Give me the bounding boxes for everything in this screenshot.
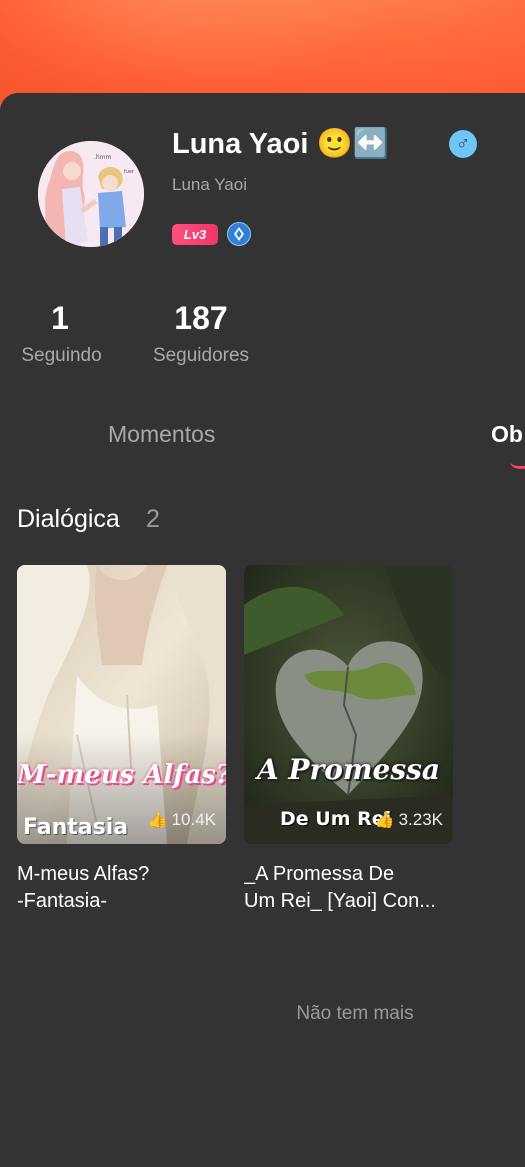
- work-views-count: 10.4K: [171, 810, 216, 829]
- work-title-line: -Fantasia-: [17, 890, 108, 912]
- work-title-line: _A Promessa De: [244, 863, 395, 885]
- work-title-line: Um Rei_ [Yaoi] Con...: [244, 890, 436, 912]
- work-views: 👍 3.23K: [375, 810, 443, 830]
- achievement-icon: [227, 222, 251, 246]
- work-card-1[interactable]: M-meus Alfas? Fantasia 👍 10.4K: [17, 565, 226, 844]
- level-badge: Lv3: [172, 224, 218, 245]
- work-cover-title: M-meus Alfas?: [17, 760, 226, 790]
- avatar[interactable]: .hmm fuer: [38, 141, 144, 247]
- work-cover-image: [244, 565, 453, 844]
- section-count: 2: [146, 505, 160, 533]
- section-title: Dialógica: [17, 505, 120, 533]
- gender-icon: ♂: [449, 130, 477, 158]
- end-of-list-text: Não tem mais: [296, 1003, 414, 1024]
- work-cover-title: A Promessa: [256, 753, 441, 786]
- tab-obras[interactable]: Ob: [491, 421, 523, 448]
- active-tab-indicator: [510, 455, 525, 469]
- work-cover-image: [17, 565, 226, 844]
- svg-text:.hmm: .hmm: [94, 154, 112, 161]
- followers-label[interactable]: Seguidores: [143, 345, 259, 367]
- followers-count[interactable]: 187: [160, 300, 242, 337]
- profile-name: Luna Yaoi 🙂↔️: [172, 128, 389, 160]
- like-icon: 👍: [147, 812, 168, 829]
- work-title-line: M-meus Alfas?: [17, 863, 150, 885]
- like-icon: 👍: [374, 812, 395, 829]
- work-card-2[interactable]: A Promessa De Um Rei 👍 3.23K: [244, 565, 453, 844]
- following-count[interactable]: 1: [40, 300, 80, 337]
- work-title-2[interactable]: _A Promessa De Um Rei_ [Yaoi] Con...: [244, 861, 464, 915]
- profile-username: Luna Yaoi: [172, 175, 247, 194]
- work-views-count: 3.23K: [398, 810, 443, 829]
- tab-momentos[interactable]: Momentos: [108, 421, 215, 448]
- work-title-1[interactable]: M-meus Alfas? -Fantasia-: [17, 861, 237, 915]
- following-label[interactable]: Seguindo: [10, 345, 113, 367]
- work-cover-subtitle: Fantasia: [23, 815, 129, 840]
- work-views: 👍 10.4K: [148, 810, 216, 830]
- svg-text:fuer: fuer: [124, 169, 135, 175]
